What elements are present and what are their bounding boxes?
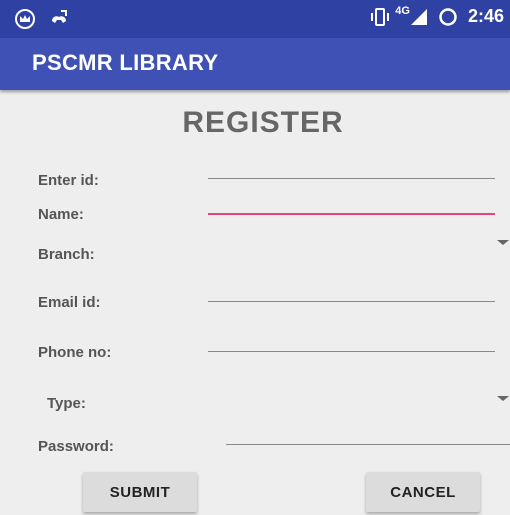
password-input[interactable] (226, 444, 510, 445)
status-time: 2:46 (467, 6, 504, 26)
app-title: PSCMR LIBRARY (32, 50, 219, 75)
name-input[interactable] (208, 213, 495, 215)
status-bar: 4G 2:46 (0, 0, 510, 38)
type-spinner-arrow-icon[interactable] (497, 396, 509, 401)
app-bar: PSCMR LIBRARY (0, 38, 510, 90)
email-input[interactable] (208, 301, 495, 302)
branch-label: Branch: (38, 246, 95, 263)
enter-id-label: Enter id: (38, 172, 99, 189)
name-label: Name: (38, 206, 84, 223)
phone-label: Phone no: (38, 344, 112, 361)
email-label: Email id: (38, 294, 101, 311)
enter-id-input[interactable] (208, 178, 495, 179)
type-label: Type: (47, 395, 86, 412)
status-right-icons: 4G 2:46 (369, 5, 504, 27)
missed-call-icon (52, 10, 67, 23)
sync-icon (439, 7, 457, 26)
signal-icon (410, 8, 427, 25)
network-indicator: 4G (395, 5, 428, 26)
password-label: Password: (38, 438, 114, 455)
status-left-icons (14, 8, 70, 30)
form-title: REGISTER (182, 106, 344, 139)
vibrate-icon (371, 7, 390, 26)
branch-spinner-arrow-icon[interactable] (497, 240, 509, 245)
crown-notification-icon (15, 9, 35, 29)
network-label: 4G (395, 4, 410, 17)
phone-input[interactable] (208, 351, 495, 352)
cancel-button[interactable]: CANCEL (366, 472, 480, 512)
submit-button[interactable]: SUBMIT (83, 472, 197, 512)
